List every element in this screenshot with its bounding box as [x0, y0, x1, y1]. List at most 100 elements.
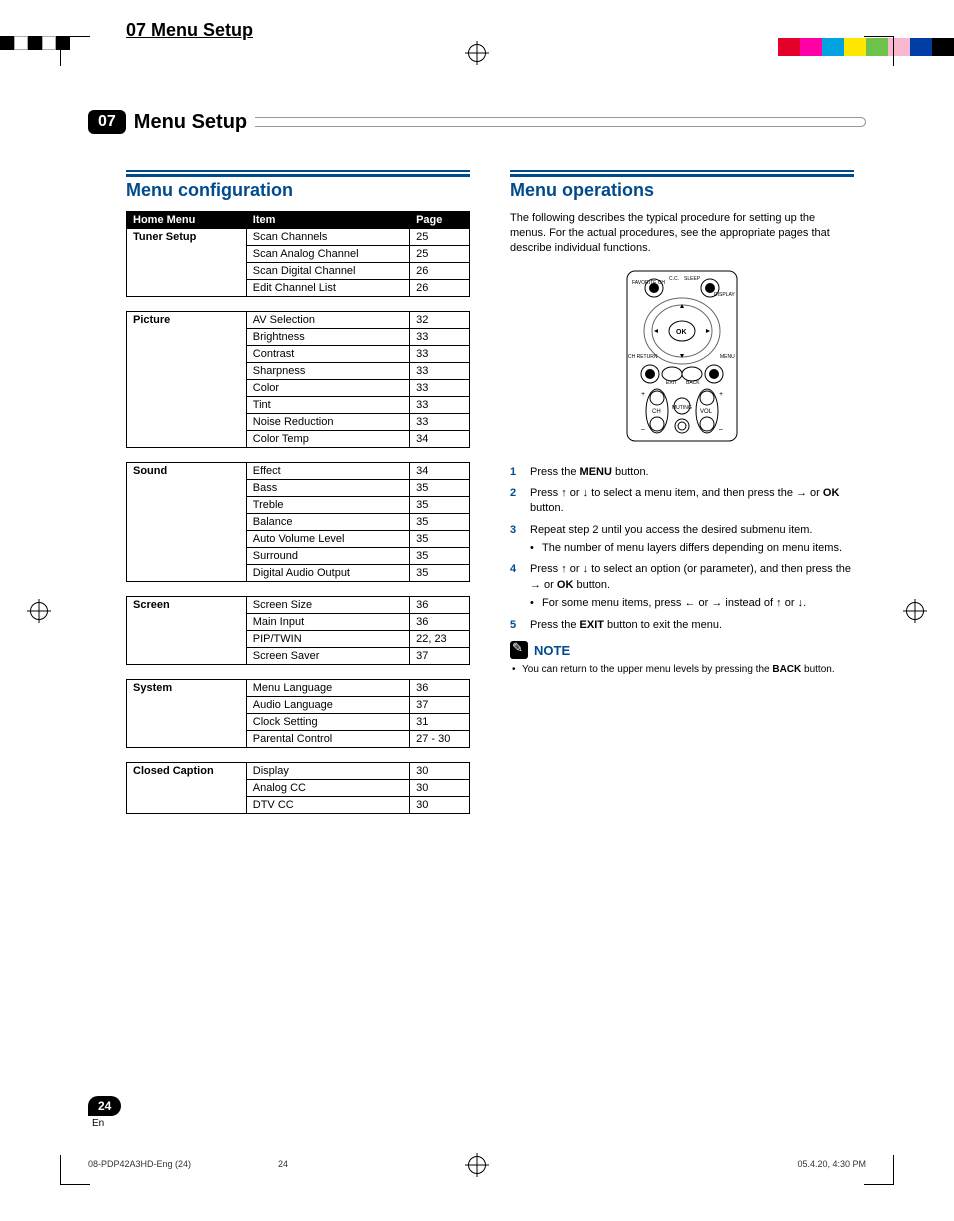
- step-3-sub: The number of menu layers differs depend…: [530, 541, 854, 556]
- cell: 35: [410, 565, 470, 582]
- cell: 36: [410, 680, 470, 697]
- steps-list: Press the MENU button. Press ↑ or ↓ to s…: [510, 465, 854, 634]
- cell: 22, 23: [410, 631, 470, 648]
- step-3: Repeat step 2 until you access the desir…: [510, 523, 854, 557]
- menu-ops-intro: The following describes the typical proc…: [510, 211, 854, 256]
- chapter-number-badge: 07: [88, 110, 126, 134]
- cell: 33: [410, 329, 470, 346]
- svg-text:+: +: [719, 391, 723, 398]
- th-home: Home Menu: [127, 212, 247, 229]
- cell: 30: [410, 780, 470, 797]
- cell: 34: [410, 431, 470, 448]
- cat-tuner: Tuner Setup: [127, 229, 247, 297]
- note-item: You can return to the upper menu levels …: [512, 663, 854, 677]
- note-label: NOTE: [534, 643, 570, 658]
- cell: 33: [410, 346, 470, 363]
- menu-operations-column: Menu operations The following describes …: [510, 170, 854, 828]
- svg-text:BACK: BACK: [686, 380, 700, 386]
- cell: Sharpness: [246, 363, 409, 380]
- page-lang: En: [92, 1118, 121, 1129]
- cell: Menu Language: [246, 680, 409, 697]
- crop-corner-br: [864, 1155, 894, 1185]
- cell: 32: [410, 312, 470, 329]
- cell: Digital Audio Output: [246, 565, 409, 582]
- config-table-tuner: Home Menu Item Page Tuner Setup Scan Cha…: [126, 211, 470, 297]
- step-5: Press the EXIT button to exit the menu.: [510, 618, 854, 633]
- crop-corner-tl: [60, 36, 90, 66]
- svg-text:SLEEP: SLEEP: [684, 276, 701, 282]
- step-4-sub: For some menu items, press ← or → instea…: [530, 596, 854, 611]
- svg-text:MENU: MENU: [720, 354, 735, 360]
- cell: 25: [410, 246, 470, 263]
- svg-text:–: –: [641, 426, 645, 433]
- cell: 35: [410, 480, 470, 497]
- registration-mark-right: [906, 602, 924, 620]
- cell: 30: [410, 763, 470, 780]
- cell: Treble: [246, 497, 409, 514]
- cell: Effect: [246, 463, 409, 480]
- cell: Color: [246, 380, 409, 397]
- cell: Clock Setting: [246, 714, 409, 731]
- config-table-system: System Menu Language36 Audio Language37 …: [126, 679, 470, 748]
- cell: Analog CC: [246, 780, 409, 797]
- th-item: Item: [246, 212, 409, 229]
- cat-screen: Screen: [127, 597, 247, 665]
- crop-corner-bl: [60, 1155, 90, 1185]
- cell: Brightness: [246, 329, 409, 346]
- step-4: Press ↑ or ↓ to select an option (or par…: [510, 562, 854, 611]
- note-body: You can return to the upper menu levels …: [510, 663, 854, 677]
- crop-corner-tr: [864, 36, 894, 66]
- menu-configuration-column: Menu configuration Home Menu Item Page T…: [126, 170, 470, 828]
- cell: 27 - 30: [410, 731, 470, 748]
- cell: Surround: [246, 548, 409, 565]
- cell: Parental Control: [246, 731, 409, 748]
- footer-right: 05.4.20, 4:30 PM: [797, 1159, 866, 1169]
- cell: Scan Channels: [246, 229, 409, 246]
- svg-text:CH RETURN: CH RETURN: [628, 354, 658, 360]
- cell: 36: [410, 614, 470, 631]
- cell: AV Selection: [246, 312, 409, 329]
- cell: 33: [410, 397, 470, 414]
- page-number: 24: [88, 1096, 121, 1116]
- svg-text:MUTING: MUTING: [672, 405, 692, 411]
- cell: Main Input: [246, 614, 409, 631]
- arrow-left-icon: ←: [684, 597, 695, 609]
- th-page: Page: [410, 212, 470, 229]
- config-table-picture: Picture AV Selection32 Brightness33 Cont…: [126, 311, 470, 448]
- cell: Auto Volume Level: [246, 531, 409, 548]
- svg-text:FAVORITE CH: FAVORITE CH: [632, 280, 665, 286]
- cell: Audio Language: [246, 697, 409, 714]
- config-table-screen: Screen Screen Size36 Main Input36 PIP/TW…: [126, 596, 470, 665]
- cell: Edit Channel List: [246, 280, 409, 297]
- cell: 31: [410, 714, 470, 731]
- svg-text:OK: OK: [676, 329, 687, 336]
- cell: 35: [410, 548, 470, 565]
- footer-mid: 24: [278, 1159, 288, 1169]
- svg-text:EXIT: EXIT: [666, 380, 677, 386]
- cell: Bass: [246, 480, 409, 497]
- cell: 34: [410, 463, 470, 480]
- running-header: 07 Menu Setup: [126, 20, 253, 41]
- cell: Tint: [246, 397, 409, 414]
- arrow-right-icon: →: [711, 597, 722, 609]
- cat-cc: Closed Caption: [127, 763, 247, 814]
- config-table-closedcaption: Closed Caption Display30 Analog CC30 DTV…: [126, 762, 470, 814]
- cell: 25: [410, 229, 470, 246]
- cat-system: System: [127, 680, 247, 748]
- cell: 36: [410, 597, 470, 614]
- note-header: NOTE: [510, 641, 854, 659]
- page-number-badge: 24 En: [88, 1096, 121, 1129]
- footer-left: 08-PDP42A3HD-Eng (24): [88, 1159, 191, 1169]
- cell: 33: [410, 380, 470, 397]
- chapter-header: 07 Menu Setup: [88, 110, 866, 134]
- cell: 33: [410, 363, 470, 380]
- svg-text:DISPLAY: DISPLAY: [714, 292, 735, 298]
- svg-text:–: –: [719, 426, 723, 433]
- svg-text:CH: CH: [652, 409, 661, 415]
- cell: 35: [410, 497, 470, 514]
- svg-text:C.C.: C.C.: [669, 276, 679, 282]
- cell: Display: [246, 763, 409, 780]
- cell: 37: [410, 648, 470, 665]
- cell: Noise Reduction: [246, 414, 409, 431]
- menu-ops-heading: Menu operations: [510, 174, 854, 201]
